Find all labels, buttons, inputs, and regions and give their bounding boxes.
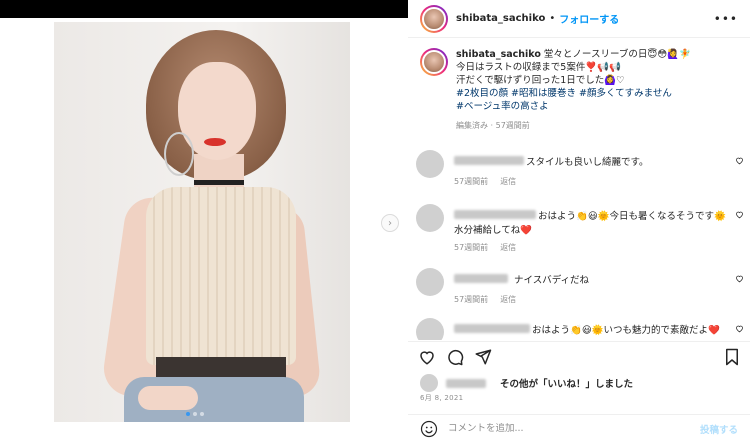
like-heart-icon[interactable] — [418, 348, 436, 366]
comment-item: スタイルも良いし綺麗です。 57週間前 返信 — [416, 150, 750, 190]
caption-hashtags[interactable]: #2枚目の顔 #昭和は腰巻き #顔多くてすみません — [456, 88, 672, 99]
post-date: 6月 8, 2021 — [420, 394, 464, 402]
share-paper-plane-icon[interactable] — [474, 348, 492, 366]
likes-summary: その他が「いいね！」しました — [420, 374, 633, 392]
commenter-avatar[interactable] — [416, 150, 444, 178]
comment-input[interactable] — [448, 423, 700, 434]
caption-username[interactable]: shibata_sachiko — [456, 49, 541, 60]
photo-hand — [138, 386, 198, 410]
carousel-next-button[interactable]: › — [381, 214, 399, 232]
caption-text: shibata_sachiko 堂々とノースリーブの日😇😳🙋‍♀️🧚 今日はラス… — [456, 48, 736, 132]
post-photo[interactable] — [54, 22, 350, 422]
comment-meta: 57週間前 返信 — [454, 294, 516, 305]
commenter-name-blurred[interactable] — [454, 274, 508, 283]
follow-button[interactable]: フォローする — [559, 11, 619, 26]
comment-text: おはよう👏😃🌞いつも魅力的で素敵だよ❤️ — [532, 325, 720, 336]
reply-link[interactable]: 返信 — [500, 295, 516, 304]
photo-earring — [164, 132, 194, 176]
add-comment-bar: 投稿する — [408, 414, 750, 442]
photo-knit-top — [146, 187, 296, 365]
chevron-right-icon: › — [388, 217, 392, 229]
caption-line1: 堂々とノースリーブの日😇😳🙋‍♀️🧚 — [540, 49, 691, 60]
commenter-avatar[interactable] — [416, 204, 444, 232]
emoji-smiley-icon[interactable] — [420, 420, 438, 438]
caption-hashtags[interactable]: #ベージュ率の高さよ — [456, 101, 549, 112]
comment-text: スタイルも良いし綺麗です。 — [526, 157, 649, 168]
post-caption: shibata_sachiko 堂々とノースリーブの日😇😳🙋‍♀️🧚 今日はラス… — [420, 48, 740, 132]
heart-outline-icon[interactable] — [735, 324, 744, 333]
reply-link[interactable]: 返信 — [500, 243, 516, 252]
caption-line3: 汗だくで駆けずり回った1日でした🙆‍♀️♡ — [456, 75, 625, 86]
comment-item: おはよう👏😃🌞今日も暑くなるそうです🌞 水分補給してね❤️ 57週間前 返信 — [416, 204, 750, 254]
comment-text-continued: 水分補給してね❤️ — [454, 225, 533, 236]
commenter-name-blurred[interactable] — [454, 156, 524, 165]
comment-item: おはよう👏😃🌞いつも魅力的で素敵だよ❤️ — [416, 318, 750, 340]
liker-avatar[interactable] — [420, 374, 438, 392]
liker-name-blurred[interactable] — [446, 378, 486, 388]
photo-choker — [194, 180, 244, 185]
post-header: shibata_sachiko • フォローする ••• — [408, 0, 750, 38]
comment-item: ナイスバディだね 57週間前 返信 — [416, 268, 750, 308]
commenter-avatar[interactable] — [416, 268, 444, 296]
reply-link[interactable]: 返信 — [500, 177, 516, 186]
comment-meta: 57週間前 返信 — [454, 242, 516, 253]
author-avatar[interactable] — [420, 4, 448, 33]
header-separator: • — [549, 13, 556, 24]
commenter-name-blurred[interactable] — [454, 324, 530, 333]
media-pane: › — [0, 0, 408, 442]
comment-text: ナイスバディだね — [514, 275, 590, 286]
comment-meta: 57週間前 返信 — [454, 176, 516, 187]
carousel-dot — [186, 412, 190, 416]
caption-line2: 今日はラストの収録まで5案件❣️📢📢 — [456, 62, 621, 73]
comment-text: おはよう👏😃🌞今日も暑くなるそうです🌞 — [538, 211, 726, 222]
photo-lips — [204, 138, 226, 146]
comment-bubble-icon[interactable] — [446, 348, 464, 366]
comment-time: 57週間前 — [454, 295, 489, 304]
commenter-name-blurred[interactable] — [454, 210, 536, 219]
comment-time: 57週間前 — [454, 243, 489, 252]
comment-time: 57週間前 — [454, 177, 489, 186]
bookmark-icon[interactable] — [724, 348, 740, 366]
carousel-dot — [193, 412, 197, 416]
heart-outline-icon[interactable] — [735, 156, 744, 165]
action-bar — [408, 341, 750, 371]
heart-outline-icon[interactable] — [735, 274, 744, 283]
commenter-avatar[interactable] — [416, 318, 444, 340]
post-sidebar: shibata_sachiko • フォローする ••• shibata_sac… — [408, 0, 750, 442]
carousel-dot — [200, 412, 204, 416]
author-username[interactable]: shibata_sachiko — [456, 13, 545, 24]
carousel-dots — [186, 412, 204, 416]
post-comment-button[interactable]: 投稿する — [700, 422, 738, 436]
caption-avatar[interactable] — [420, 48, 448, 76]
caption-meta: 編集済み · 57週間前 — [456, 121, 530, 130]
likes-text[interactable]: その他が「いいね！」しました — [500, 376, 633, 390]
heart-outline-icon[interactable] — [735, 210, 744, 219]
more-options-icon[interactable]: ••• — [714, 12, 738, 26]
